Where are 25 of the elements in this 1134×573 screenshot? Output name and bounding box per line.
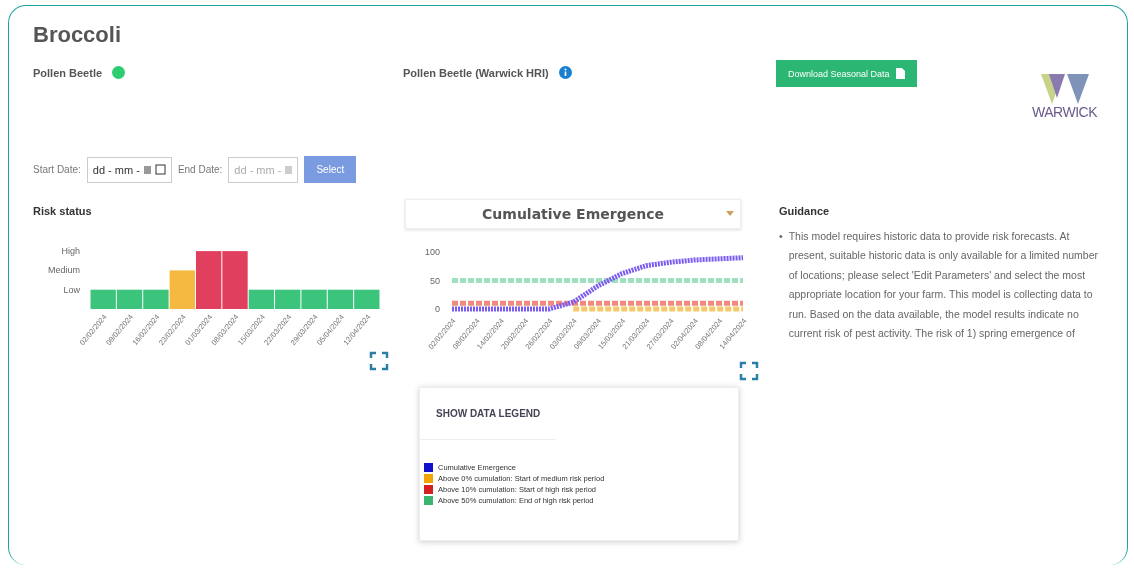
axis-label: 0	[435, 304, 440, 314]
expand-icon[interactable]	[739, 361, 759, 381]
logo-text: WARWICK	[1032, 104, 1097, 120]
file-icon	[895, 68, 905, 79]
start-date-field[interactable]: dd - mm -	[86, 156, 172, 183]
logo-icon	[1040, 74, 1089, 104]
caret-icon	[726, 211, 734, 216]
axis-label: 50	[430, 275, 440, 286]
guidance-text: This model requires historic data to provide risk forecasts. At present, suitable historic data is only available for a limited number of locations; please select 'Edit Parameters' and select the most appropriate location for your farm. This model is collecting data to run. Based on the data available, the model results indicate no current risk of pest activity. The risk of 1) spring emergence of	[788, 229, 1099, 342]
model-name: Pollen Beetle (Warwick HRI)	[403, 66, 549, 79]
legend-toggle[interactable]: SHOW DATA LEGEND	[420, 388, 557, 440]
field-label: Start Date:	[33, 164, 81, 175]
section-title: Guidance	[779, 205, 831, 217]
chart-selector[interactable]: Cumulative Emergence	[405, 199, 741, 229]
field-label: End Date:	[177, 164, 223, 175]
axis-label: High	[61, 246, 80, 257]
expand-icon[interactable]	[369, 351, 389, 371]
axis-label: 100	[424, 247, 440, 257]
page-title: Broccoli	[33, 22, 122, 48]
model-name: Pollen Beetle	[33, 66, 103, 79]
info-icon[interactable]	[558, 66, 572, 79]
bullet: •	[779, 229, 783, 244]
axis-label: Medium	[48, 265, 80, 276]
section-title: Risk status	[33, 205, 93, 217]
axis-label: Low	[63, 284, 80, 295]
